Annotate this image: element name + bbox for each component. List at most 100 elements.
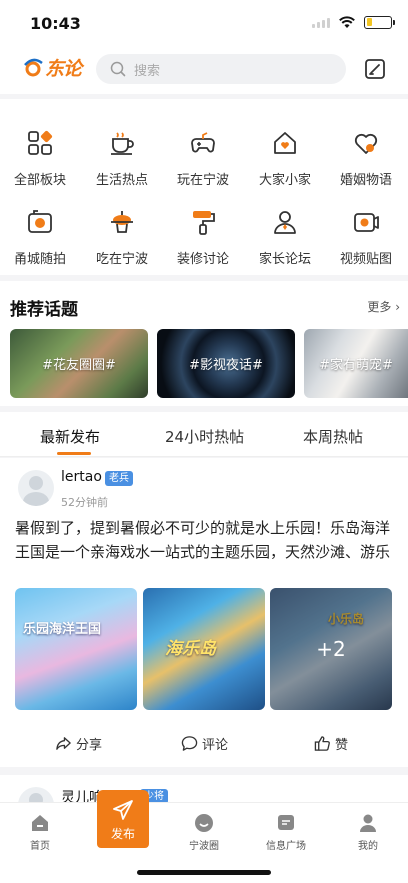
share-button[interactable]: 分享 bbox=[55, 734, 102, 753]
status-time: 10:43 bbox=[30, 14, 81, 33]
rank-badge: 老兵 bbox=[105, 471, 133, 486]
person-icon bbox=[274, 211, 296, 234]
more-photos-count: +2 bbox=[316, 637, 346, 661]
comment-label: 评论 bbox=[202, 738, 229, 753]
camera-icon bbox=[28, 210, 52, 233]
topic-label: #家有萌宠# bbox=[319, 358, 393, 373]
category-play-ningbo[interactable]: 玩在宁波 bbox=[163, 129, 243, 188]
thumbs-up-icon bbox=[314, 736, 330, 751]
category-home[interactable]: 大家小家 bbox=[245, 129, 325, 188]
category-label: 家长论坛 bbox=[258, 252, 311, 267]
battery-icon bbox=[364, 15, 395, 29]
post-card[interactable]: lertao 老兵 52分钟前 暑假到了，提到暑假必不可少的就是水上乐园！乐岛海… bbox=[0, 458, 408, 767]
category-label: 婚姻物语 bbox=[339, 173, 392, 188]
wifi-icon bbox=[339, 16, 355, 28]
category-label: 吃在宁波 bbox=[95, 252, 148, 267]
topic-card[interactable]: #影视夜话# bbox=[157, 329, 295, 398]
house-heart-icon bbox=[274, 132, 296, 154]
comment-icon bbox=[181, 736, 198, 751]
post-photo[interactable]: 乐园海洋王国 bbox=[15, 588, 137, 710]
post-actions: 分享 评论 赞 bbox=[0, 730, 408, 758]
home-icon bbox=[32, 815, 48, 831]
post-photo[interactable]: 海乐岛 bbox=[143, 588, 265, 710]
category-video[interactable]: 视频贴图 bbox=[326, 208, 406, 267]
topic-label: #影视夜话# bbox=[189, 358, 263, 373]
post-card[interactable]: 灵儿响ㄊ叮 少将 bbox=[0, 775, 408, 823]
status-icons bbox=[312, 15, 395, 29]
topic-card[interactable]: #花友圈圈# bbox=[10, 329, 148, 398]
more-label: 更多 bbox=[367, 300, 392, 314]
like-button[interactable]: 赞 bbox=[314, 734, 348, 753]
user-icon bbox=[360, 814, 376, 832]
topic-card[interactable]: #家有萌宠# bbox=[304, 329, 408, 398]
tab-mine[interactable]: 我的 bbox=[338, 813, 398, 852]
logo-sun-icon bbox=[24, 58, 43, 76]
app-logo: 东论 bbox=[22, 54, 82, 81]
category-label: 视频贴图 bbox=[339, 252, 392, 267]
home-indicator bbox=[137, 870, 271, 875]
tab-24h-hot[interactable]: 24小时热帖 bbox=[165, 426, 244, 447]
status-bar: 10:43 bbox=[0, 0, 408, 44]
tab-label: 首页 bbox=[30, 841, 50, 852]
coffee-cup-icon bbox=[111, 132, 134, 155]
photo-caption: 乐园海洋王国 bbox=[23, 622, 102, 637]
post-time: 52分钟前 bbox=[61, 496, 108, 509]
publish-button[interactable]: 发布 bbox=[97, 790, 149, 848]
category-life-hot[interactable]: 生活热点 bbox=[82, 129, 162, 188]
smile-icon bbox=[195, 814, 213, 832]
more-topics-link[interactable]: 更多 › bbox=[367, 298, 400, 315]
like-label: 赞 bbox=[335, 738, 349, 753]
food-plate-icon bbox=[111, 211, 133, 233]
search-icon bbox=[110, 61, 126, 77]
category-city-photo[interactable]: 甬城随拍 bbox=[0, 208, 80, 267]
message-square-icon bbox=[278, 815, 294, 830]
share-label: 分享 bbox=[76, 738, 103, 753]
photo-caption: 海乐岛 bbox=[165, 639, 216, 659]
logo-text: 东论 bbox=[45, 58, 82, 80]
category-parents[interactable]: 家长论坛 bbox=[245, 208, 325, 267]
comment-button[interactable]: 评论 bbox=[181, 734, 228, 753]
paper-plane-icon bbox=[113, 800, 133, 820]
tab-label: 我的 bbox=[358, 841, 378, 852]
recommended-topics: 推荐话题 更多 › #花友圈圈# #影视夜话# #家有萌宠# bbox=[0, 281, 408, 406]
tab-label: 信息广场 bbox=[266, 841, 306, 852]
category-label: 生活热点 bbox=[95, 173, 148, 188]
post-username[interactable]: lertao bbox=[61, 469, 102, 485]
more-photos-overlay: +2 bbox=[270, 588, 392, 710]
post-photo[interactable]: 小乐岛 +2 bbox=[270, 588, 392, 710]
compose-icon[interactable] bbox=[364, 58, 386, 80]
tab-ningbo-circle[interactable]: 宁波圈 bbox=[174, 813, 234, 852]
topic-label: #花友圈圈# bbox=[42, 358, 116, 373]
section-title: 推荐话题 bbox=[10, 300, 78, 320]
gamepad-icon bbox=[191, 132, 215, 153]
category-all-boards[interactable]: 全部板块 bbox=[0, 129, 80, 188]
video-icon bbox=[354, 213, 379, 232]
active-tab-indicator bbox=[57, 452, 91, 455]
chevron-right-icon: › bbox=[395, 300, 400, 314]
app-header: 东论 搜索 bbox=[0, 44, 408, 94]
paint-roller-icon bbox=[193, 211, 215, 235]
grid-icon bbox=[28, 130, 53, 155]
heart-icon bbox=[354, 133, 378, 154]
publish-label: 发布 bbox=[110, 827, 135, 841]
avatar[interactable] bbox=[18, 470, 54, 506]
category-label: 装修讨论 bbox=[176, 252, 229, 267]
tab-week-hot[interactable]: 本周热帖 bbox=[303, 426, 363, 447]
tab-info-square[interactable]: 信息广场 bbox=[256, 813, 316, 852]
category-label: 全部板块 bbox=[13, 173, 66, 188]
tab-label: 宁波圈 bbox=[189, 841, 219, 852]
post-text[interactable]: 暑假到了，提到暑假必不可少的就是水上乐园！乐岛海洋王国是一个亲海戏水一站式的主题… bbox=[15, 516, 393, 564]
category-grid: 全部板块 生活热点 玩在宁波 大家小家 婚姻物语 甬城随拍 吃在宁波 装修讨论 … bbox=[0, 99, 408, 275]
category-eat-ningbo[interactable]: 吃在宁波 bbox=[82, 208, 162, 267]
search-placeholder: 搜索 bbox=[134, 63, 161, 79]
category-marriage[interactable]: 婚姻物语 bbox=[326, 129, 406, 188]
tab-home[interactable]: 首页 bbox=[10, 813, 70, 852]
category-decoration[interactable]: 装修讨论 bbox=[163, 208, 243, 267]
category-label: 玩在宁波 bbox=[176, 173, 229, 188]
share-icon bbox=[56, 737, 71, 750]
search-input[interactable]: 搜索 bbox=[96, 54, 346, 84]
signal-icon bbox=[312, 16, 330, 28]
category-label: 甬城随拍 bbox=[13, 252, 66, 267]
tab-latest[interactable]: 最新发布 bbox=[40, 426, 100, 447]
feed-tabs: 最新发布 24小时热帖 本周热帖 bbox=[0, 412, 408, 457]
